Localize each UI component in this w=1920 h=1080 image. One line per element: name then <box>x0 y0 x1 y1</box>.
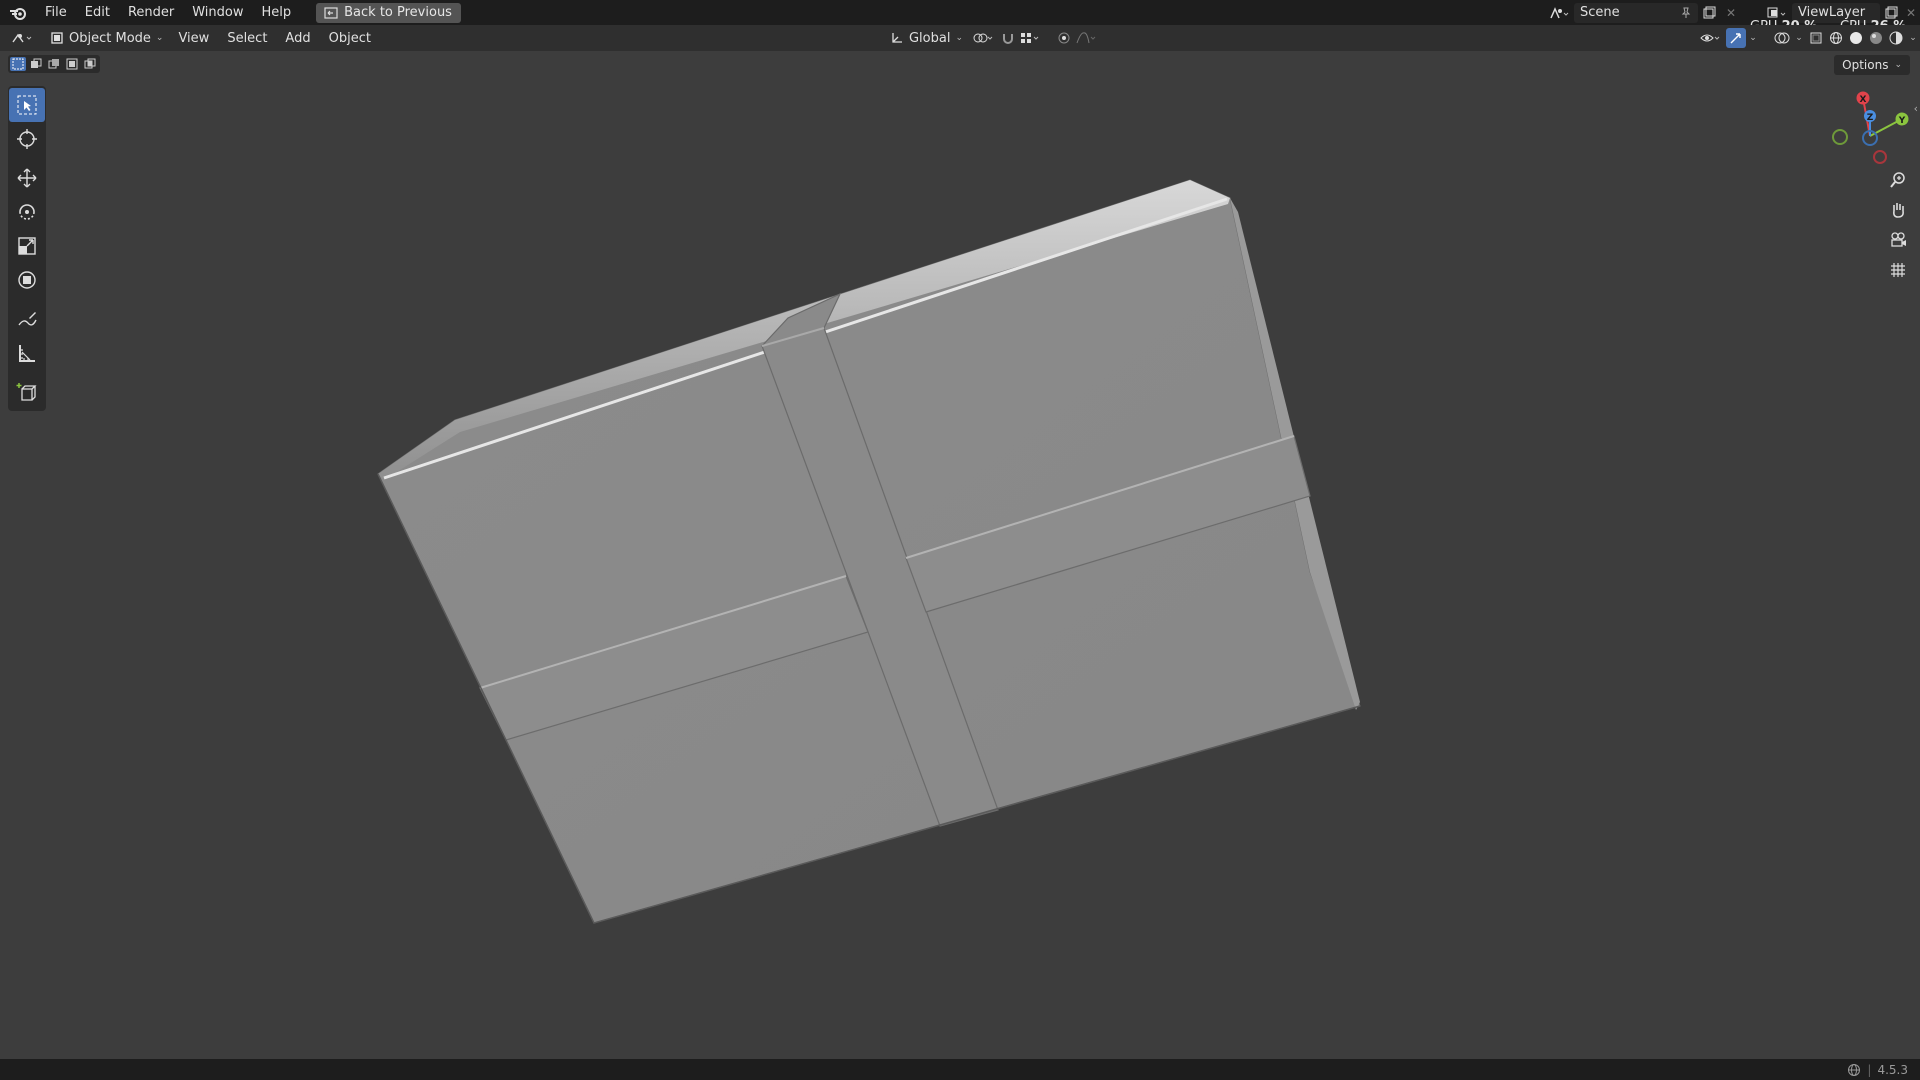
viewport-options-dropdown[interactable]: Options ⌄ <box>1834 55 1910 75</box>
back-to-previous-label: Back to Previous <box>344 4 452 20</box>
scale-icon <box>18 237 36 255</box>
blender-version: 4.5.3 <box>1877 1062 1908 1077</box>
back-icon <box>324 6 338 19</box>
delete-scene-icon[interactable]: ✕ <box>1720 3 1742 23</box>
show-gizmo-icon[interactable] <box>1726 28 1746 48</box>
transform-orientation-dropdown[interactable]: Global ⌄ <box>884 28 969 48</box>
camera-view-icon[interactable] <box>1886 228 1910 252</box>
orthographic-toggle-icon[interactable] <box>1886 258 1910 282</box>
annotate-tool[interactable] <box>9 302 45 336</box>
object-mode-label: Object Mode <box>69 30 151 46</box>
select-invert-icon[interactable] <box>64 57 80 71</box>
annotate-icon <box>18 312 37 326</box>
chevron-down-icon: ⌄ <box>155 33 164 43</box>
scene-name-field[interactable]: Scene <box>1574 2 1698 23</box>
shading-solid-icon[interactable] <box>1846 28 1866 48</box>
shading-material-icon[interactable] <box>1866 28 1886 48</box>
header-menu-object[interactable]: Object <box>320 31 380 46</box>
select-subtract-icon[interactable] <box>46 57 62 71</box>
new-scene-icon[interactable] <box>1698 3 1720 23</box>
package-box-mesh[interactable] <box>0 51 1920 1059</box>
select-box-icon <box>17 95 37 115</box>
transform-tool[interactable] <box>9 263 45 297</box>
status-bar: | 4.5.3 <box>0 1059 1920 1080</box>
orientation-icon <box>892 33 902 43</box>
editor-type-icon[interactable] <box>6 28 40 48</box>
scene-selector-icon[interactable] <box>1544 3 1574 23</box>
chevron-down-icon: ⌄ <box>955 33 963 43</box>
gizmo-neg-y-axis[interactable] <box>1832 129 1848 145</box>
transform-orientation-label: Global <box>908 30 951 46</box>
back-to-previous-button[interactable]: Back to Previous <box>316 2 461 23</box>
object-mode-dropdown[interactable]: Object Mode ⌄ <box>44 28 169 48</box>
pivot-point-icon[interactable] <box>969 28 999 48</box>
proportional-editing-icon[interactable] <box>1055 28 1073 48</box>
menu-window[interactable]: Window <box>183 0 252 25</box>
transform-icon <box>18 271 36 289</box>
overlays-options-icon[interactable]: ⌄ <box>1792 28 1806 48</box>
view-layer-name: ViewLayer <box>1798 5 1866 20</box>
menu-render[interactable]: Render <box>119 0 183 25</box>
scene-name: Scene <box>1580 5 1620 20</box>
scale-tool[interactable] <box>9 229 45 263</box>
rotate-icon <box>19 204 35 220</box>
gizmo-y-label: Y <box>1898 116 1906 126</box>
gizmo-neg-x-axis[interactable] <box>1873 150 1887 164</box>
snap-toggle-icon[interactable] <box>999 28 1017 48</box>
gizmo-x-label: X <box>1860 95 1867 105</box>
measure-icon <box>19 345 35 362</box>
sidebar-toggle-icon[interactable]: ‹ <box>1914 102 1918 115</box>
pin-icon[interactable] <box>1680 7 1692 19</box>
pan-hand-icon[interactable] <box>1886 198 1910 222</box>
top-menu-bar: File Edit Render Window Help Back to Pre… <box>0 0 1920 25</box>
add-cube-icon <box>16 383 37 401</box>
shading-rendered-icon[interactable] <box>1886 28 1906 48</box>
network-globe-icon <box>1848 1063 1861 1076</box>
3d-viewport[interactable] <box>0 51 1920 1059</box>
header-menu-add[interactable]: Add <box>276 31 319 46</box>
selection-mode-bar <box>8 55 100 73</box>
menu-help[interactable]: Help <box>253 0 301 25</box>
select-new-icon[interactable] <box>10 57 26 71</box>
xray-toggle-icon[interactable] <box>1806 28 1826 48</box>
falloff-icon[interactable] <box>1073 28 1101 48</box>
options-label: Options <box>1842 58 1889 72</box>
gizmo-options-icon[interactable]: ⌄ <box>1746 28 1760 48</box>
select-extend-icon[interactable] <box>28 57 44 71</box>
chevron-down-icon: ⌄ <box>1894 60 1902 70</box>
move-tool[interactable] <box>9 161 45 195</box>
menu-edit[interactable]: Edit <box>76 0 119 25</box>
gizmo-z-label: Z <box>1867 113 1874 123</box>
add-cube-tool[interactable] <box>9 375 45 409</box>
status-version-area: | 4.5.3 <box>1847 1063 1920 1077</box>
cursor-icon <box>17 129 37 149</box>
visibility-icon[interactable] <box>1696 28 1726 48</box>
shading-wireframe-icon[interactable] <box>1826 28 1846 48</box>
header-menu-view[interactable]: View <box>169 31 218 46</box>
menu-file[interactable]: File <box>36 0 76 25</box>
viewport-header: Object Mode ⌄ View Select Add Object Glo… <box>0 25 1920 51</box>
blender-logo-icon[interactable] <box>0 0 36 25</box>
cursor-tool[interactable] <box>9 122 45 156</box>
navigation-gizmo[interactable]: X Y Z <box>1830 88 1910 168</box>
zoom-icon[interactable] <box>1886 168 1910 192</box>
move-icon <box>17 168 37 188</box>
select-box-tool[interactable] <box>9 88 45 122</box>
select-intersect-icon[interactable] <box>82 57 98 71</box>
tool-shelf <box>8 86 46 411</box>
viewport-navigation-buttons <box>1886 168 1910 282</box>
measure-tool[interactable] <box>9 336 45 370</box>
shading-options-icon[interactable]: ⌄ <box>1906 28 1920 48</box>
rotate-tool[interactable] <box>9 195 45 229</box>
object-mode-icon <box>51 32 63 44</box>
snap-target-icon[interactable] <box>1017 28 1045 48</box>
header-menu-select[interactable]: Select <box>218 31 276 46</box>
overlays-icon[interactable] <box>1772 28 1792 48</box>
